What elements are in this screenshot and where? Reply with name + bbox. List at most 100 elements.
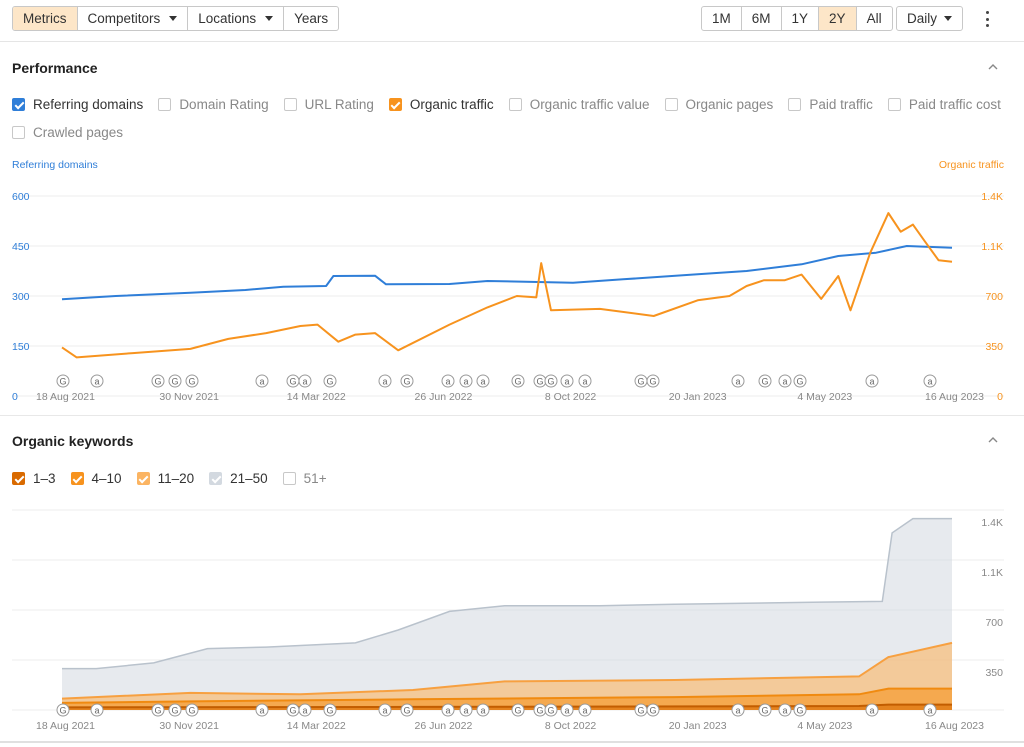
google-update-icon[interactable]: G (646, 703, 660, 717)
more-options-icon[interactable] (983, 9, 991, 29)
annotation-icon[interactable]: a (459, 703, 473, 717)
annotation-icon[interactable]: a (560, 374, 574, 388)
google-update-icon[interactable]: G (758, 703, 772, 717)
google-update-icon[interactable]: G (168, 703, 182, 717)
annotation-icon[interactable]: a (298, 703, 312, 717)
google-update-icon[interactable]: G (646, 374, 660, 388)
metric-label: Organic pages (685, 97, 774, 112)
legend-pos-11-20[interactable]: 11–20 (136, 471, 194, 486)
left-axis-tick: 600 (12, 191, 30, 203)
google-update-icon[interactable]: G (286, 703, 300, 717)
annotation-icon[interactable]: a (731, 374, 745, 388)
annotation-icon[interactable]: a (476, 703, 490, 717)
x-axis-tick: 14 Mar 2022 (287, 720, 346, 732)
interval-dropdown[interactable]: Daily (896, 6, 964, 31)
metric-label: URL Rating (304, 97, 374, 112)
annotation-icon[interactable]: a (578, 703, 592, 717)
google-update-icon[interactable]: G (151, 374, 165, 388)
range-1y[interactable]: 1Y (782, 7, 820, 30)
organic-keywords-chart[interactable]: 3507001.1K1.4KG a G G Ga Ga Ga Ga a a G G Ga a G Ga Ga Ga… (0, 500, 1024, 735)
annotation-icon[interactable]: a (560, 703, 574, 717)
metric-paid-traffic[interactable]: Paid traffic (788, 97, 873, 112)
legend-pos-4-10[interactable]: 4–10 (70, 471, 122, 486)
range-all[interactable]: All (857, 7, 892, 30)
metric-paid-traffic-cost[interactable]: Paid traffic cost (887, 97, 1001, 112)
annotation-icon[interactable]: a (441, 374, 455, 388)
checkbox-checked-icon (12, 472, 25, 485)
google-update-icon[interactable]: G (793, 374, 807, 388)
legend-pos-1-3[interactable]: 1–3 (12, 471, 56, 486)
range-2y[interactable]: 2Y (819, 7, 857, 30)
google-update-icon[interactable]: G (511, 703, 525, 717)
google-update-icon[interactable]: G (533, 374, 547, 388)
google-update-icon[interactable]: G (634, 374, 648, 388)
google-update-icon[interactable]: G (56, 703, 70, 717)
annotation-icon[interactable]: a (298, 374, 312, 388)
metric-url-rating[interactable]: URL Rating (283, 97, 374, 112)
metric-crawled-pages[interactable]: Crawled pages (12, 125, 123, 140)
x-axis-tick: 18 Aug 2021 (36, 391, 95, 403)
svg-text:a: a (259, 377, 264, 387)
annotation-icon[interactable]: a (865, 703, 879, 717)
google-update-icon[interactable]: G (56, 374, 70, 388)
annotation-icon[interactable]: a (578, 374, 592, 388)
metric-domain-rating[interactable]: Domain Rating (158, 97, 269, 112)
metric-organic-pages[interactable]: Organic pages (664, 97, 774, 112)
annotation-icon[interactable]: a (865, 374, 879, 388)
google-update-icon[interactable]: G (286, 374, 300, 388)
google-update-icon[interactable]: G (400, 374, 414, 388)
range-6m[interactable]: 6M (742, 7, 782, 30)
legend-pos-21-50[interactable]: 21–50 (209, 471, 268, 486)
bottom-divider (0, 741, 1024, 743)
google-update-icon[interactable]: G (185, 374, 199, 388)
performance-title: Performance (12, 60, 98, 76)
google-update-icon[interactable]: G (544, 703, 558, 717)
metric-organic-traffic-value[interactable]: Organic traffic value (508, 97, 650, 112)
legend-pos-51-plus[interactable]: 51+ (282, 471, 327, 486)
metric-organic-traffic[interactable]: Organic traffic (388, 97, 494, 112)
tab-competitors[interactable]: Competitors (78, 7, 189, 30)
annotation-icon[interactable]: a (476, 374, 490, 388)
svg-text:G: G (154, 377, 161, 387)
annotation-icon[interactable]: a (459, 374, 473, 388)
annotation-icon[interactable]: a (923, 703, 937, 717)
x-axis-tick: 26 Jun 2022 (415, 391, 473, 403)
range-1m[interactable]: 1M (702, 7, 742, 30)
annotation-icon[interactable]: a (255, 703, 269, 717)
tab-locations[interactable]: Locations (188, 7, 285, 30)
tab-metrics[interactable]: Metrics (13, 7, 78, 30)
google-update-icon[interactable]: G (634, 703, 648, 717)
annotation-icon[interactable]: a (778, 703, 792, 717)
google-update-icon[interactable]: G (533, 703, 547, 717)
metric-referring-domains[interactable]: Referring domains (12, 97, 143, 112)
google-update-icon[interactable]: G (511, 374, 525, 388)
right-axis-tick: 1.4K (981, 517, 1003, 529)
google-update-icon[interactable]: G (758, 374, 772, 388)
toolbar: Metrics Competitors Locations Years 1M 6… (0, 0, 1024, 42)
svg-text:G: G (403, 706, 410, 716)
tab-years[interactable]: Years (284, 7, 338, 30)
annotation-icon[interactable]: a (378, 374, 392, 388)
google-update-icon[interactable]: G (185, 703, 199, 717)
annotation-icon[interactable]: a (441, 703, 455, 717)
annotation-icon[interactable]: a (255, 374, 269, 388)
google-update-icon[interactable]: G (168, 374, 182, 388)
google-update-icon[interactable]: G (400, 703, 414, 717)
google-update-icon[interactable]: G (323, 374, 337, 388)
annotation-icon[interactable]: a (378, 703, 392, 717)
svg-text:a: a (735, 706, 740, 716)
google-update-icon[interactable]: G (323, 703, 337, 717)
metric-label: Paid traffic cost (908, 97, 1001, 112)
svg-text:a: a (564, 377, 569, 387)
annotation-icon[interactable]: a (90, 374, 104, 388)
performance-chart[interactable]: 0 0150 350300 700450 1.1K600 1.4KG a G G Ga Ga Ga Ga… (0, 175, 1024, 405)
annotation-icon[interactable]: a (923, 374, 937, 388)
google-update-icon[interactable]: G (544, 374, 558, 388)
chevron-up-icon[interactable] (988, 62, 998, 72)
google-update-icon[interactable]: G (151, 703, 165, 717)
annotation-icon[interactable]: a (90, 703, 104, 717)
chevron-up-icon[interactable] (988, 435, 998, 445)
annotation-icon[interactable]: a (778, 374, 792, 388)
annotation-icon[interactable]: a (731, 703, 745, 717)
google-update-icon[interactable]: G (793, 703, 807, 717)
